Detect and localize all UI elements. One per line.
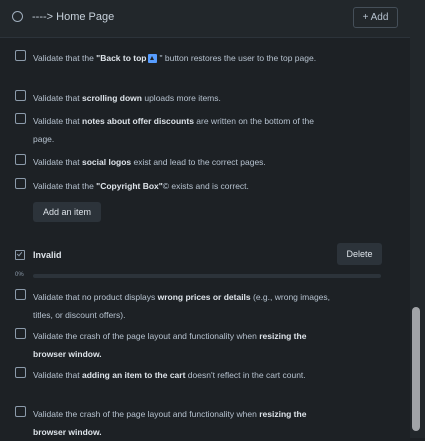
- item-text[interactable]: Validate the crash of the page layout an…: [33, 327, 333, 363]
- item-text[interactable]: Validate that social logos exist and lea…: [33, 153, 333, 171]
- radio-circle-icon[interactable]: [12, 11, 23, 22]
- add-item-button[interactable]: Add an item: [33, 202, 101, 222]
- item-text[interactable]: Validate that adding an item to the cart…: [33, 366, 333, 384]
- checkbox[interactable]: [15, 154, 26, 165]
- card-header: ----> Home Page + Add: [0, 0, 410, 38]
- arrow-up-icon: [148, 54, 158, 64]
- checkbox[interactable]: [15, 50, 26, 61]
- item-text[interactable]: Validate that notes about offer discount…: [33, 112, 333, 148]
- checkbox[interactable]: [15, 289, 26, 300]
- checkbox[interactable]: [15, 90, 26, 101]
- card-title: ----> Home Page: [32, 11, 115, 23]
- checkbox[interactable]: [15, 406, 26, 417]
- checkbox[interactable]: [15, 328, 26, 339]
- item-text[interactable]: Validate that scrolling down uploads mor…: [33, 89, 333, 107]
- progress-percent: 0%: [15, 272, 24, 278]
- delete-button[interactable]: Delete: [337, 243, 382, 265]
- checklist-title[interactable]: Invalid: [33, 250, 62, 260]
- checkbox[interactable]: [15, 178, 26, 189]
- item-text[interactable]: Validate that the "Back to top " button r…: [33, 49, 333, 67]
- checkbox[interactable]: [15, 113, 26, 124]
- checklist-icon: [15, 250, 25, 260]
- item-text[interactable]: Validate that the "Copyright Box"© exist…: [33, 177, 333, 195]
- add-button[interactable]: + Add: [353, 7, 398, 28]
- item-text[interactable]: Validate that no product displays wrong …: [33, 288, 333, 324]
- scrollbar-thumb[interactable]: [412, 307, 420, 431]
- progress-bar: [33, 274, 381, 278]
- checkbox[interactable]: [15, 367, 26, 378]
- item-text[interactable]: Validate the crash of the page layout an…: [33, 405, 333, 441]
